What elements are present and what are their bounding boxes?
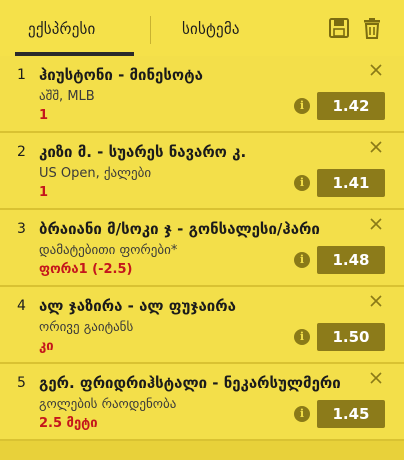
bet-number: 1 <box>17 67 26 83</box>
info-icon[interactable]: i <box>294 252 310 268</box>
bet-event-title: ბრაიანი მ/სოკი ჯ - გონსალესი/ჰარი <box>39 220 320 238</box>
bet-event-title: გერ. ფრიდრიჰსტალი - ნეკარსულმერი <box>39 374 341 392</box>
bet-event-title: ჰიუსტონი - მინესოტა <box>39 66 203 84</box>
close-icon[interactable] <box>368 370 384 386</box>
odds-button[interactable]: 1.48 <box>317 246 385 274</box>
info-icon[interactable]: i <box>294 329 310 345</box>
tab-divider <box>150 16 151 44</box>
bet-selection: 1 <box>39 185 49 200</box>
bet-market: აშშ, MLB <box>39 89 95 104</box>
close-icon[interactable] <box>368 293 384 309</box>
bet-number: 2 <box>17 144 26 160</box>
save-icon[interactable] <box>328 17 350 39</box>
bet-selection: 2.5 მეტი <box>39 416 98 431</box>
bet-selection: ფორა1 (-2.5) <box>39 262 133 277</box>
tab-express[interactable]: ექსპრესი <box>28 0 96 56</box>
tab-system[interactable]: სისტემა <box>182 0 240 56</box>
bet-item: 1 ჰიუსტონი - მინესოტა აშშ, MLB 1 i 1.42 <box>0 56 404 133</box>
odds-button[interactable]: 1.45 <box>317 400 385 428</box>
bet-list: 1 ჰიუსტონი - მინესოტა აშშ, MLB 1 i 1.42 … <box>0 56 404 441</box>
bet-event-title: ალ ჯაზირა - ალ ფუჯაირა <box>39 297 236 315</box>
odds-button[interactable]: 1.41 <box>317 169 385 197</box>
bet-market: დამატებითი ფორები* <box>39 243 178 258</box>
close-icon[interactable] <box>368 216 384 232</box>
bet-item: 3 ბრაიანი მ/სოკი ჯ - გონსალესი/ჰარი დამა… <box>0 210 404 287</box>
close-icon[interactable] <box>368 62 384 78</box>
bet-market: გოლების რაოდენობა <box>39 397 177 412</box>
bet-number: 4 <box>17 298 26 314</box>
bet-market: US Open, ქალები <box>39 166 152 181</box>
info-icon[interactable]: i <box>294 175 310 191</box>
trash-icon[interactable] <box>361 17 383 39</box>
bet-selection: 1 <box>39 108 49 123</box>
close-icon[interactable] <box>368 139 384 155</box>
bet-number: 5 <box>17 375 26 391</box>
bet-selection: კი <box>39 339 54 354</box>
odds-button[interactable]: 1.50 <box>317 323 385 351</box>
betslip-tabs: ექსპრესი სისტემა <box>0 0 404 57</box>
bet-item: 4 ალ ჯაზირა - ალ ფუჯაირა ორივე გაიტანს კ… <box>0 287 404 364</box>
bet-market: ორივე გაიტანს <box>39 320 134 335</box>
info-icon[interactable]: i <box>294 406 310 422</box>
info-icon[interactable]: i <box>294 98 310 114</box>
odds-button[interactable]: 1.42 <box>317 92 385 120</box>
bet-event-title: კიზი მ. - სუარეს ნავარო კ. <box>39 143 247 161</box>
bet-item: 2 კიზი მ. - სუარეს ნავარო კ. US Open, ქა… <box>0 133 404 210</box>
bet-number: 3 <box>17 221 26 237</box>
bet-item: 5 გერ. ფრიდრიჰსტალი - ნეკარსულმერი გოლებ… <box>0 364 404 441</box>
